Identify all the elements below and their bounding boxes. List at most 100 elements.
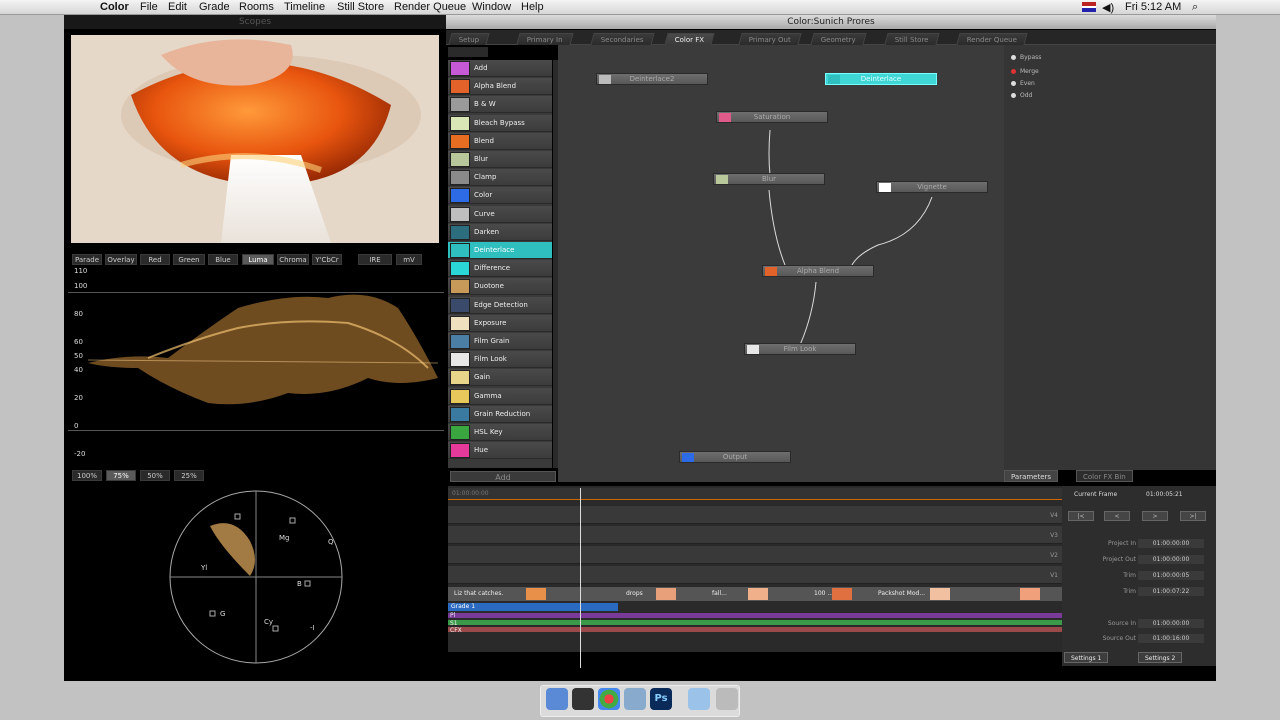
- menu-render-queue[interactable]: Render Queue: [394, 1, 466, 13]
- app-icon[interactable]: [624, 688, 646, 710]
- spotlight-icon[interactable]: ⌕: [1192, 1, 1198, 14]
- fx-item-add[interactable]: Add: [448, 60, 552, 77]
- fx-item-gain[interactable]: Gain: [448, 369, 552, 387]
- scope-overlay-button[interactable]: Overlay: [105, 254, 137, 265]
- scope-parade-button[interactable]: Parade: [72, 254, 102, 265]
- track-v4[interactable]: V4: [448, 506, 1062, 524]
- photoshop-icon[interactable]: Ps: [650, 688, 672, 710]
- clip-track[interactable]: Liz that catches. drops fall... 100 ... …: [448, 587, 1062, 601]
- tab-geometry[interactable]: Geometry: [810, 33, 867, 45]
- menu-window[interactable]: Window: [472, 1, 511, 13]
- track-v2[interactable]: V2: [448, 546, 1062, 564]
- fx-item-clamp[interactable]: Clamp: [448, 169, 552, 187]
- zoom-50-button[interactable]: 50%: [140, 470, 170, 481]
- trim-value[interactable]: 01:00:00:05: [1138, 571, 1204, 580]
- fx-item-gamma[interactable]: Gamma: [448, 387, 552, 405]
- fx-item-bleach-bypass[interactable]: Bleach Bypass: [448, 114, 552, 132]
- tab-setup[interactable]: Setup: [448, 33, 490, 45]
- fx-item-edge-detection[interactable]: Edge Detection: [448, 296, 552, 314]
- project-out-value[interactable]: 01:00:00:00: [1138, 555, 1204, 564]
- folder-icon[interactable]: [688, 688, 710, 710]
- node-deinterlace2[interactable]: Deinterlace2: [596, 73, 708, 85]
- fx-item-color[interactable]: Color: [448, 187, 552, 205]
- menu-help[interactable]: Help: [521, 1, 544, 13]
- clock[interactable]: Fri 5:12 AM: [1125, 1, 1181, 13]
- scope-luma-button[interactable]: Luma: [242, 254, 274, 265]
- trash-icon[interactable]: [716, 688, 738, 710]
- scope-red-button[interactable]: Red: [140, 254, 170, 265]
- tab-color-fx-bin[interactable]: Color FX Bin: [1076, 470, 1133, 482]
- scope-mv-button[interactable]: mV: [396, 254, 422, 265]
- fx-item-blend[interactable]: Blend: [448, 132, 552, 150]
- node-deinterlace[interactable]: Deinterlace: [825, 73, 937, 85]
- zoom-75-button[interactable]: 75%: [106, 470, 136, 481]
- tab-color-fx[interactable]: Color FX: [664, 33, 715, 45]
- menu-file[interactable]: File: [140, 1, 158, 13]
- radio-merge[interactable]: Merge: [1011, 67, 1091, 76]
- tab-parameters[interactable]: Parameters: [1004, 470, 1059, 482]
- scope-ire-button[interactable]: IRE: [358, 254, 392, 265]
- clapboard-icon[interactable]: [572, 688, 594, 710]
- menu-app[interactable]: Color: [100, 1, 129, 13]
- fx-item-grain-reduction[interactable]: Grain Reduction: [448, 405, 552, 423]
- tab-still-store[interactable]: Still Store: [884, 33, 940, 45]
- fx-item-hue[interactable]: Hue: [448, 442, 552, 460]
- fx-item-film-look[interactable]: Film Look: [448, 351, 552, 369]
- timeline-ruler[interactable]: 01:00:00:00: [448, 488, 1062, 500]
- fx-item-difference[interactable]: Difference: [448, 260, 552, 278]
- tab-render-queue[interactable]: Render Queue: [956, 33, 1028, 45]
- tab-primary-in[interactable]: Primary In: [516, 33, 574, 45]
- node-saturation[interactable]: Saturation: [716, 111, 828, 123]
- fx-item-hsl-key[interactable]: HSL Key: [448, 424, 552, 441]
- menu-timeline[interactable]: Timeline: [284, 1, 325, 13]
- menu-grade[interactable]: Grade: [199, 1, 230, 13]
- zoom-100-button[interactable]: 100%: [72, 470, 102, 481]
- fx-item-blur[interactable]: Blur: [448, 151, 552, 168]
- fx-item-exposure[interactable]: Exposure: [448, 314, 552, 332]
- node-blur[interactable]: Blur: [713, 173, 825, 185]
- menu-rooms[interactable]: Rooms: [239, 1, 274, 13]
- trim-out-value[interactable]: 01:00:07:22: [1138, 587, 1204, 596]
- settings-2-button[interactable]: Settings 2: [1138, 652, 1183, 663]
- track-v1[interactable]: V1: [448, 566, 1062, 584]
- volume-icon[interactable]: ◀): [1102, 1, 1114, 14]
- fx-item-b-w[interactable]: B & W: [448, 96, 552, 114]
- menu-edit[interactable]: Edit: [168, 1, 187, 13]
- fx-item-film-grain[interactable]: Film Grain: [448, 333, 552, 350]
- track-v3[interactable]: V3: [448, 526, 1062, 544]
- radio-odd[interactable]: Odd: [1011, 91, 1091, 100]
- source-in-value[interactable]: 01:00:00:00: [1138, 619, 1204, 628]
- next-frame-button[interactable]: >: [1142, 511, 1168, 521]
- add-button[interactable]: Add: [450, 471, 556, 482]
- project-in-value[interactable]: 01:00:00:00: [1138, 539, 1204, 548]
- scope-blue-button[interactable]: Blue: [208, 254, 238, 265]
- scope-chroma-button[interactable]: Chroma: [277, 254, 309, 265]
- fx-item-alpha-blend[interactable]: Alpha Blend: [448, 78, 552, 96]
- fx-item-darken[interactable]: Darken: [448, 223, 552, 241]
- scope-ycbcr-button[interactable]: Y'CbCr: [312, 254, 342, 265]
- tab-secondaries[interactable]: Secondaries: [590, 33, 655, 45]
- fx-item-duotone[interactable]: Duotone: [448, 278, 552, 296]
- flag-icon[interactable]: [1082, 2, 1096, 12]
- color-wheel-icon[interactable]: [598, 688, 620, 710]
- node-vignette[interactable]: Vignette: [876, 181, 988, 193]
- menu-still-store[interactable]: Still Store: [337, 1, 384, 13]
- radio-even[interactable]: Even: [1011, 79, 1091, 88]
- fx-item-curve[interactable]: Curve: [448, 205, 552, 223]
- prev-frame-button[interactable]: <: [1104, 511, 1130, 521]
- radio-bypass[interactable]: Bypass: [1011, 53, 1091, 62]
- node-alpha-blend[interactable]: Alpha Blend: [762, 265, 874, 277]
- source-out-value[interactable]: 01:00:16:00: [1138, 634, 1204, 643]
- go-end-button[interactable]: >|: [1180, 511, 1206, 521]
- grade-bar[interactable]: Grade 1: [448, 603, 618, 611]
- playhead[interactable]: [580, 488, 581, 668]
- tab-primary-out[interactable]: Primary Out: [738, 33, 802, 45]
- finder-icon[interactable]: [546, 688, 568, 710]
- zoom-25-button[interactable]: 25%: [174, 470, 204, 481]
- node-output[interactable]: Output: [679, 451, 791, 463]
- node-film-look[interactable]: Film Look: [744, 343, 856, 355]
- go-start-button[interactable]: |<: [1068, 511, 1094, 521]
- settings-1-button[interactable]: Settings 1: [1064, 652, 1109, 663]
- scope-green-button[interactable]: Green: [173, 254, 205, 265]
- fx-item-deinterlace[interactable]: Deinterlace: [448, 242, 552, 259]
